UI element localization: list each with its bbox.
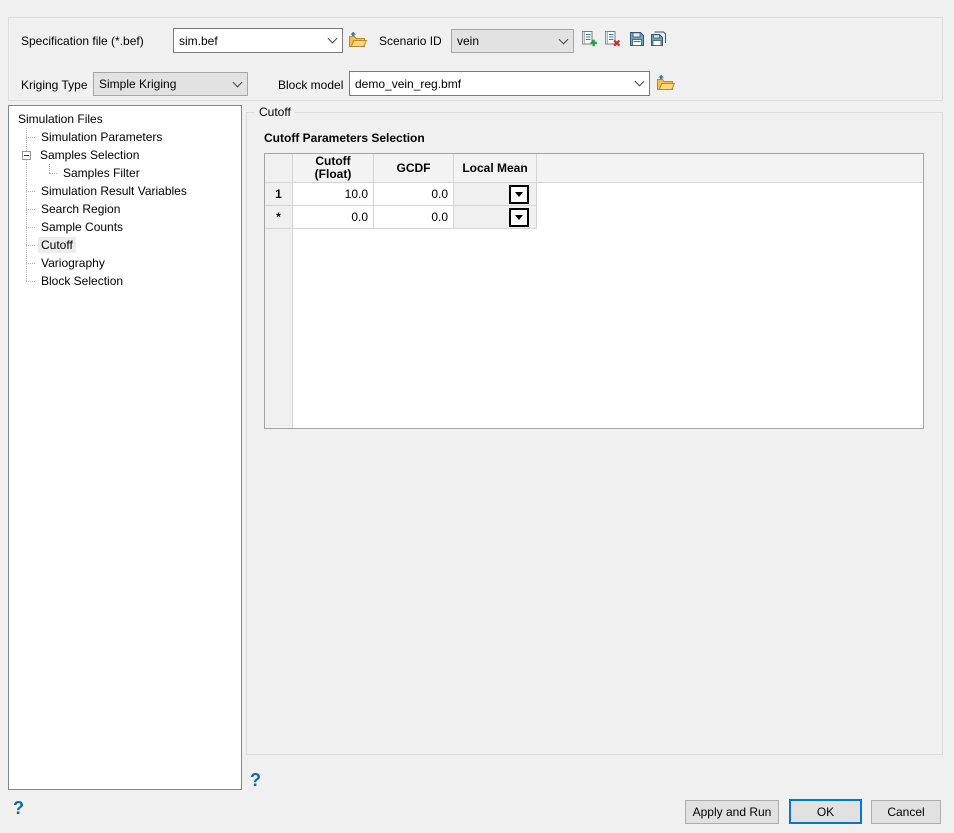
tree-item-label: Sample Counts <box>38 219 126 235</box>
cutoff-group-title: Cutoff <box>255 105 295 119</box>
tree-item-label: Simulation Files <box>15 111 106 127</box>
tree-item-simulation-parameters[interactable]: Simulation Parameters <box>9 128 241 146</box>
triangle-down-icon <box>515 192 523 197</box>
cutoff-parameters-table: Cutoff (Float) GCDF Local Mean 1 10.0 0.… <box>264 153 924 429</box>
open-spec-file-button[interactable] <box>348 31 367 48</box>
tree-item-samples-selection[interactable]: Samples Selection <box>9 146 241 164</box>
tree-item-label: Variography <box>38 255 108 271</box>
tree-item-label: Simulation Result Variables <box>38 183 190 199</box>
open-block-model-button[interactable] <box>656 74 675 91</box>
tree-item-label: Samples Selection <box>37 147 142 163</box>
folder-open-icon <box>348 31 367 48</box>
tree-connector <box>26 263 35 264</box>
row-header-strip <box>265 229 293 429</box>
save-scenario-as-button[interactable] <box>650 31 667 47</box>
tree-item-label: Cutoff <box>38 237 76 253</box>
tree-item-sample-counts[interactable]: Sample Counts <box>9 218 241 236</box>
spec-file-label: Specification file (*.bef) <box>21 33 144 49</box>
simulation-dialog: Specification file (*.bef) sim.bef Scena… <box>0 0 954 833</box>
column-header-gcdf[interactable]: GCDF <box>374 154 454 182</box>
scenario-id-combo[interactable]: vein <box>451 29 574 53</box>
minus-box-icon[interactable] <box>22 151 31 160</box>
tree-item-block-selection[interactable]: Block Selection <box>9 272 241 290</box>
spec-file-combo[interactable]: sim.bef <box>173 28 343 53</box>
table-empty-area <box>265 229 923 429</box>
cutoff-section-title: Cutoff Parameters Selection <box>264 131 425 145</box>
cutoff-group: Cutoff Cutoff Parameters Selection Cutof… <box>246 112 943 755</box>
cell-cutoff[interactable]: 10.0 <box>293 183 374 206</box>
folder-open-icon <box>656 74 675 91</box>
scenario-id-label: Scenario ID <box>379 33 442 49</box>
tree-item-simulation-files[interactable]: Simulation Files <box>9 110 241 128</box>
row-header[interactable]: 1 <box>265 183 293 206</box>
chevron-down-icon <box>635 77 645 87</box>
document-add-icon <box>581 31 598 48</box>
triangle-down-icon <box>515 215 523 220</box>
tree-item-simulation-result-variables[interactable]: Simulation Result Variables <box>9 182 241 200</box>
add-scenario-button[interactable] <box>581 31 598 48</box>
row-header[interactable]: * <box>265 206 293 229</box>
floppy-disk-icon <box>629 31 645 47</box>
spec-file-value: sim.bef <box>179 34 218 48</box>
cell-local-mean[interactable] <box>454 183 537 206</box>
tree-connector <box>26 281 35 282</box>
cell-cutoff[interactable]: 0.0 <box>293 206 374 229</box>
kriging-type-label: Kriging Type <box>21 77 88 93</box>
scenario-id-value: vein <box>457 34 479 48</box>
floppy-disk-copy-icon <box>650 31 667 47</box>
block-model-label: Block model <box>278 77 343 93</box>
tree-item-samples-filter[interactable]: Samples Filter <box>9 164 241 182</box>
table-corner-header[interactable] <box>265 154 293 182</box>
apply-and-run-button[interactable]: Apply and Run <box>685 800 779 824</box>
tree-connector <box>26 191 35 192</box>
cell-gcdf[interactable]: 0.0 <box>374 183 454 206</box>
tree-connector <box>26 227 35 228</box>
table-row: 1 10.0 0.0 <box>265 183 923 206</box>
dialog-help-icon[interactable]: ? <box>13 799 24 817</box>
tree-item-label: Block Selection <box>38 273 126 289</box>
table-header-filler <box>537 154 923 182</box>
chevron-down-icon <box>233 77 243 87</box>
local-mean-dropdown-button[interactable] <box>509 185 529 204</box>
tree-panel: Simulation Files Simulation Parameters Sam… <box>8 105 242 790</box>
tree-connector <box>49 173 57 174</box>
local-mean-dropdown-button[interactable] <box>509 208 529 227</box>
tree-connector <box>26 209 35 210</box>
cell-gcdf[interactable]: 0.0 <box>374 206 454 229</box>
kriging-type-value: Simple Kriging <box>99 77 176 91</box>
tree-item-variography[interactable]: Variography <box>9 254 241 272</box>
table-header-row: Cutoff (Float) GCDF Local Mean <box>265 154 923 183</box>
cell-local-mean[interactable] <box>454 206 537 229</box>
tree-connector <box>26 137 35 138</box>
tree-item-label: Search Region <box>38 201 123 217</box>
ok-button[interactable]: OK <box>789 799 862 824</box>
block-model-value: demo_vein_reg.bmf <box>355 77 461 91</box>
column-header-cutoff[interactable]: Cutoff (Float) <box>293 154 374 182</box>
panel-help-icon[interactable]: ? <box>250 771 261 789</box>
tree-item-label: Samples Filter <box>60 165 143 181</box>
cancel-button[interactable]: Cancel <box>871 800 941 824</box>
table-row: * 0.0 0.0 <box>265 206 923 229</box>
tree-item-search-region[interactable]: Search Region <box>9 200 241 218</box>
tree-connector <box>26 245 35 246</box>
file-settings-group: Specification file (*.bef) sim.bef Scena… <box>8 17 943 101</box>
chevron-down-icon <box>559 34 569 44</box>
tree-item-cutoff[interactable]: Cutoff <box>9 236 241 254</box>
save-scenario-button[interactable] <box>629 31 645 47</box>
tree-item-label: Simulation Parameters <box>38 129 165 145</box>
column-header-local-mean[interactable]: Local Mean <box>454 154 537 182</box>
chevron-down-icon <box>328 34 338 44</box>
tree-items: Simulation Files Simulation Parameters Sam… <box>9 106 241 290</box>
remove-scenario-button[interactable] <box>604 31 621 48</box>
tree-guide-line <box>49 164 50 173</box>
block-model-combo[interactable]: demo_vein_reg.bmf <box>349 71 650 96</box>
kriging-type-combo[interactable]: Simple Kriging <box>93 72 248 96</box>
document-remove-icon <box>604 31 621 48</box>
